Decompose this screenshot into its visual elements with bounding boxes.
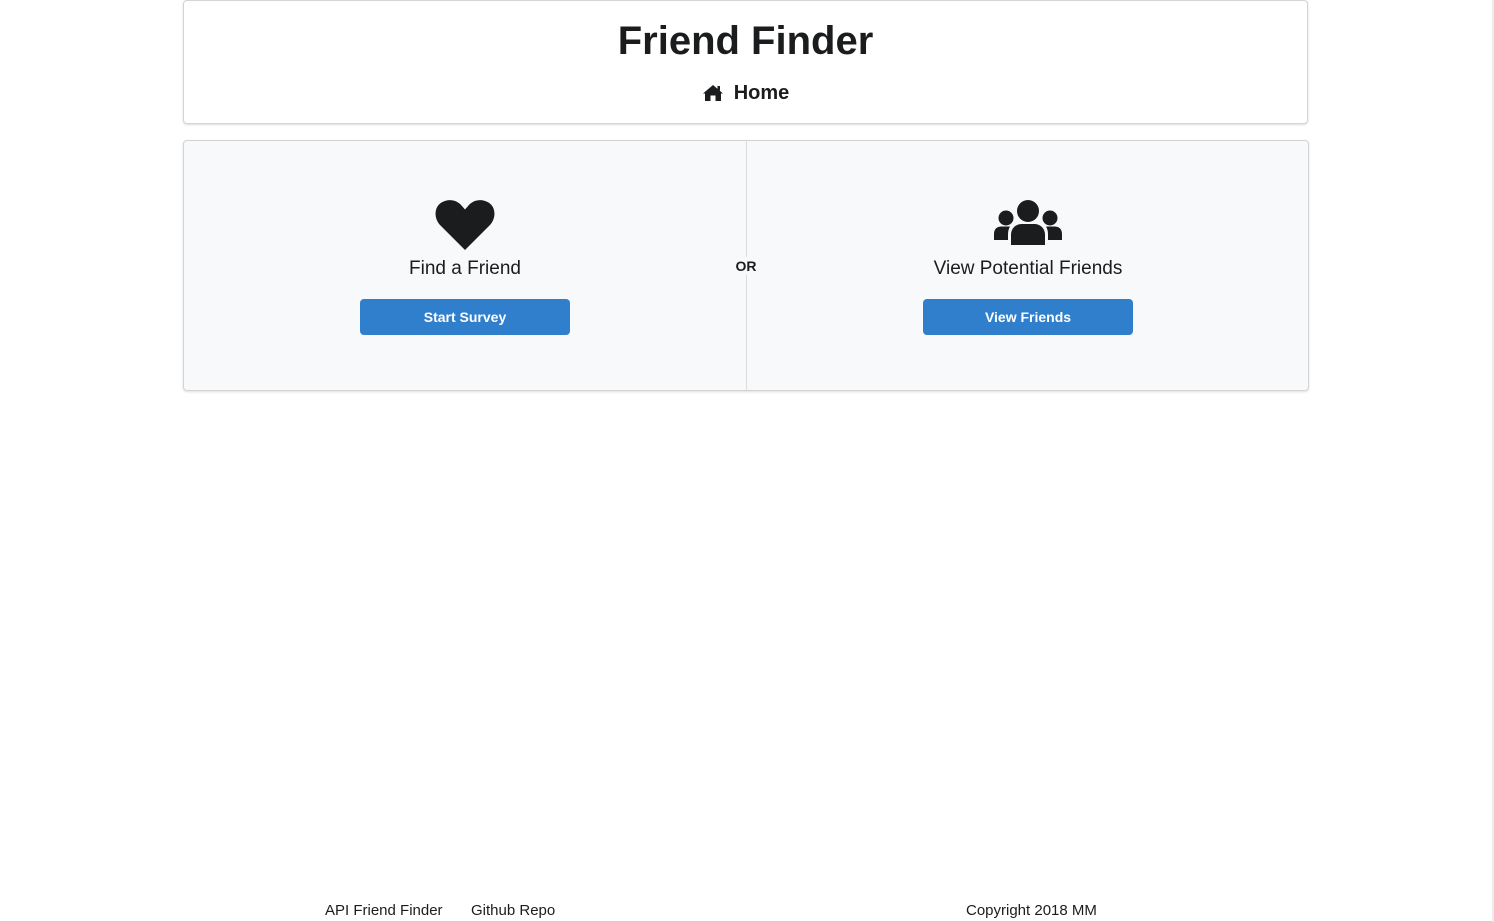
find-friend-column: Find a Friend Start Survey xyxy=(184,141,746,390)
heart-icon xyxy=(184,199,746,256)
home-link[interactable]: Home xyxy=(184,79,1307,107)
main-segment: Find a Friend Start Survey OR View Poten… xyxy=(183,140,1309,391)
users-icon xyxy=(747,199,1309,252)
header-card: Friend Finder Home xyxy=(183,0,1308,124)
footer: API Friend Finder Github Repo Copyright … xyxy=(0,900,1494,922)
home-icon xyxy=(702,82,734,104)
footer-link-api-friend-finder[interactable]: API Friend Finder xyxy=(325,900,443,922)
start-survey-button[interactable]: Start Survey xyxy=(360,299,570,335)
view-friends-button[interactable]: View Friends xyxy=(923,299,1133,335)
view-friends-column: View Potential Friends View Friends xyxy=(747,141,1309,390)
home-link-label: Home xyxy=(733,82,790,104)
copyright-text: Copyright 2018 MM xyxy=(966,902,1097,919)
footer-link-github-repo[interactable]: Github Repo xyxy=(471,900,555,922)
find-friend-title: Find a Friend xyxy=(409,258,521,279)
page-title: Friend Finder xyxy=(617,19,874,63)
view-potential-friends-title: View Potential Friends xyxy=(933,258,1123,279)
